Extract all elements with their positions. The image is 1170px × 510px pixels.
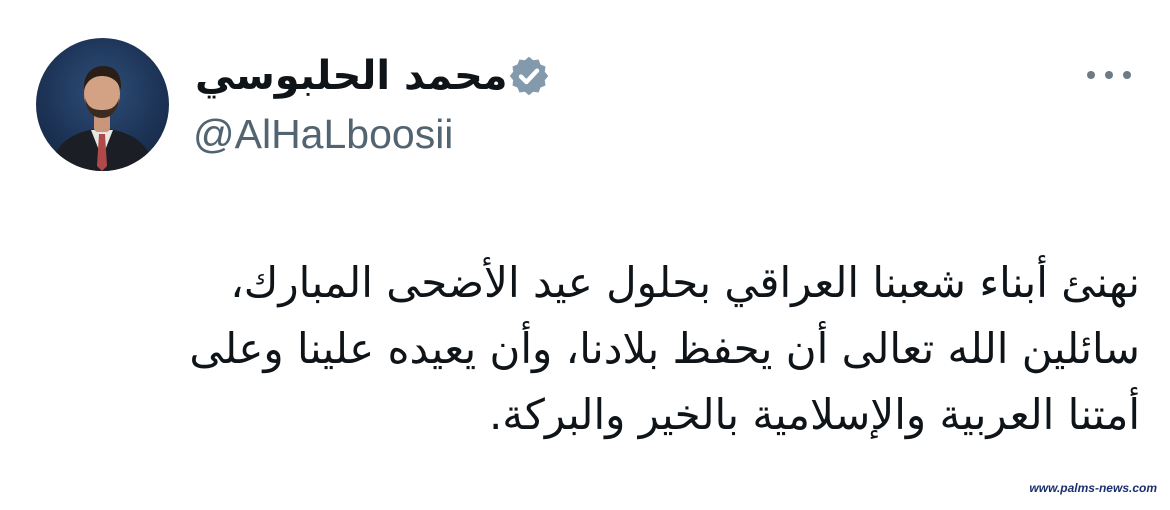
verified-badge-icon — [509, 56, 549, 96]
avatar[interactable] — [36, 38, 169, 171]
more-horizontal-icon[interactable] — [1083, 62, 1135, 88]
site-watermark: www.palms-news.com — [1026, 480, 1160, 496]
avatar-photo — [50, 66, 155, 171]
tweet-text-line: أمتنا العربية والإسلامية بالخير والبركة. — [488, 390, 1140, 439]
user-handle[interactable]: @AlHaLboosii — [193, 108, 453, 160]
display-name[interactable]: محمد الحلبوسي — [195, 46, 508, 106]
tweet-text-line: سائلين الله تعالى أن يحفظ بلادنا، وأن يع… — [189, 324, 1140, 373]
tweet-text: نهنئ أبناء شعبنا العراقي بحلول عيد الأضح… — [90, 250, 1140, 448]
tweet-text-line: نهنئ أبناء شعبنا العراقي بحلول عيد الأضح… — [230, 258, 1140, 307]
